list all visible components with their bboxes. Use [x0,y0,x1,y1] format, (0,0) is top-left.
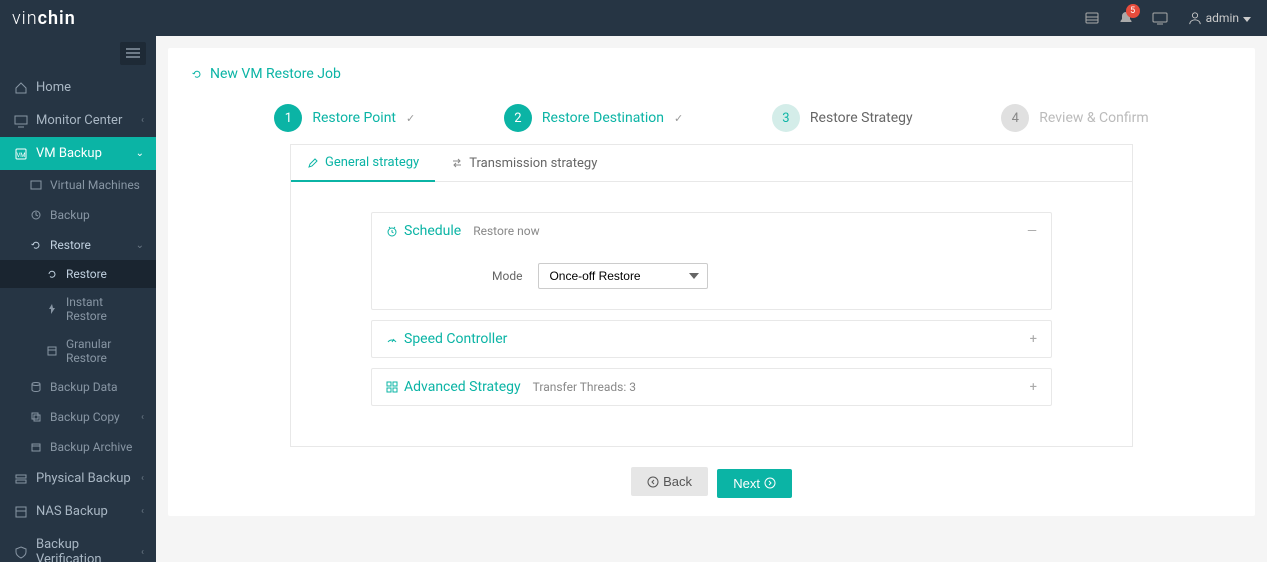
sidebar: Home Monitor Center ‹ VM VM Backup ⌄ Vir… [0,36,156,562]
page-title: New VM Restore Job [190,66,1233,82]
nas-icon [14,505,28,519]
plus-icon: + [1030,332,1037,347]
restore-icon [190,67,204,81]
notification-icon[interactable]: 5 [1118,10,1134,26]
notification-badge: 5 [1126,4,1140,18]
minus-icon: — [1027,224,1037,239]
back-button[interactable]: Back [631,467,708,496]
restore-icon [46,268,58,280]
sidebar-item-physical[interactable]: Physical Backup ‹ [0,462,156,495]
section-advanced-header[interactable]: Advanced Strategy Transfer Threads: 3 + [372,369,1051,405]
chevron-left-icon: ‹ [141,547,144,558]
chevron-down-icon: ⌄ [136,148,144,159]
user-name: admin [1206,11,1239,25]
granular-icon [46,345,58,357]
section-speed-header[interactable]: Speed Controller + [372,321,1051,357]
wizard-step-2[interactable]: 2 Restore Destination ✓ [504,104,683,132]
sidebar-item-monitor[interactable]: Monitor Center ‹ [0,104,156,137]
section-speed-controller: Speed Controller + [371,320,1052,358]
sidebar-toggle-button[interactable] [120,42,146,65]
sidebar-sub-backup-archive[interactable]: Backup Archive [0,432,156,462]
data-icon [30,381,42,393]
chevron-left-icon: ‹ [141,506,144,517]
check-icon: ✓ [406,112,415,125]
clock-icon [386,225,398,237]
copy-icon [30,411,42,423]
user-menu[interactable]: admin [1188,11,1255,25]
brand-logo: vinchin [12,8,76,29]
next-button[interactable]: Next [717,469,792,498]
sidebar-item-vm-backup[interactable]: VM VM Backup ⌄ [0,137,156,170]
screen-icon[interactable] [1152,10,1168,26]
section-schedule-header[interactable]: Schedule Restore now — [372,213,1051,249]
sidebar-subsub-restore[interactable]: Restore [0,260,156,288]
sidebar-item-nas[interactable]: NAS Backup ‹ [0,495,156,528]
wizard-steps: 1 Restore Point ✓ 2 Restore Destination … [230,104,1193,132]
sidebar-subsub-instant-restore[interactable]: Instant Restore [0,288,156,330]
tab-general-strategy[interactable]: General strategy [291,145,435,182]
chevron-left-icon: ‹ [141,412,144,423]
monitor-icon [14,114,28,128]
backup-icon [30,209,42,221]
transfer-icon [451,157,463,169]
mode-select[interactable]: Once-off Restore [538,263,708,289]
server-icon [14,472,28,486]
chevron-left-icon: ‹ [141,115,144,126]
wizard-step-3: 3 Restore Strategy [772,104,913,132]
chevron-down-icon: ⌄ [136,240,144,251]
shield-icon [14,545,28,559]
sidebar-sub-restore[interactable]: Restore ⌄ [0,230,156,260]
gauge-icon [386,333,398,345]
sidebar-sub-virtual-machines[interactable]: Virtual Machines [0,170,156,200]
sidebar-item-home[interactable]: Home [0,71,156,104]
bolt-icon [46,303,58,315]
restore-icon [30,239,42,251]
section-schedule: Schedule Restore now — Mode Once-off Res… [371,212,1052,310]
chevron-down-icon [1243,11,1255,25]
sidebar-item-verification[interactable]: Backup Verification ‹ [0,528,156,562]
home-icon [14,81,28,95]
tab-transmission-strategy[interactable]: Transmission strategy [435,145,613,181]
wizard-step-4: 4 Review & Confirm [1001,104,1148,132]
sidebar-sub-backup[interactable]: Backup [0,200,156,230]
wizard-step-1[interactable]: 1 Restore Point ✓ [274,104,415,132]
lines-icon[interactable] [1084,10,1100,26]
chevron-left-icon: ‹ [141,473,144,484]
mode-label: Mode [492,269,522,283]
vm-icon: VM [14,147,28,161]
plus-icon: + [1030,380,1037,395]
vm-list-icon [30,179,42,191]
sidebar-sub-backup-copy[interactable]: Backup Copy ‹ [0,402,156,432]
archive-icon [30,441,42,453]
svg-text:VM: VM [16,152,25,159]
check-icon: ✓ [674,112,683,125]
sidebar-subsub-granular-restore[interactable]: Granular Restore [0,330,156,372]
section-advanced-strategy: Advanced Strategy Transfer Threads: 3 + [371,368,1052,406]
arrow-right-icon [764,477,776,489]
arrow-left-icon [647,476,659,488]
sidebar-sub-backup-data[interactable]: Backup Data [0,372,156,402]
grid-icon [386,381,398,393]
pencil-icon [307,157,319,169]
